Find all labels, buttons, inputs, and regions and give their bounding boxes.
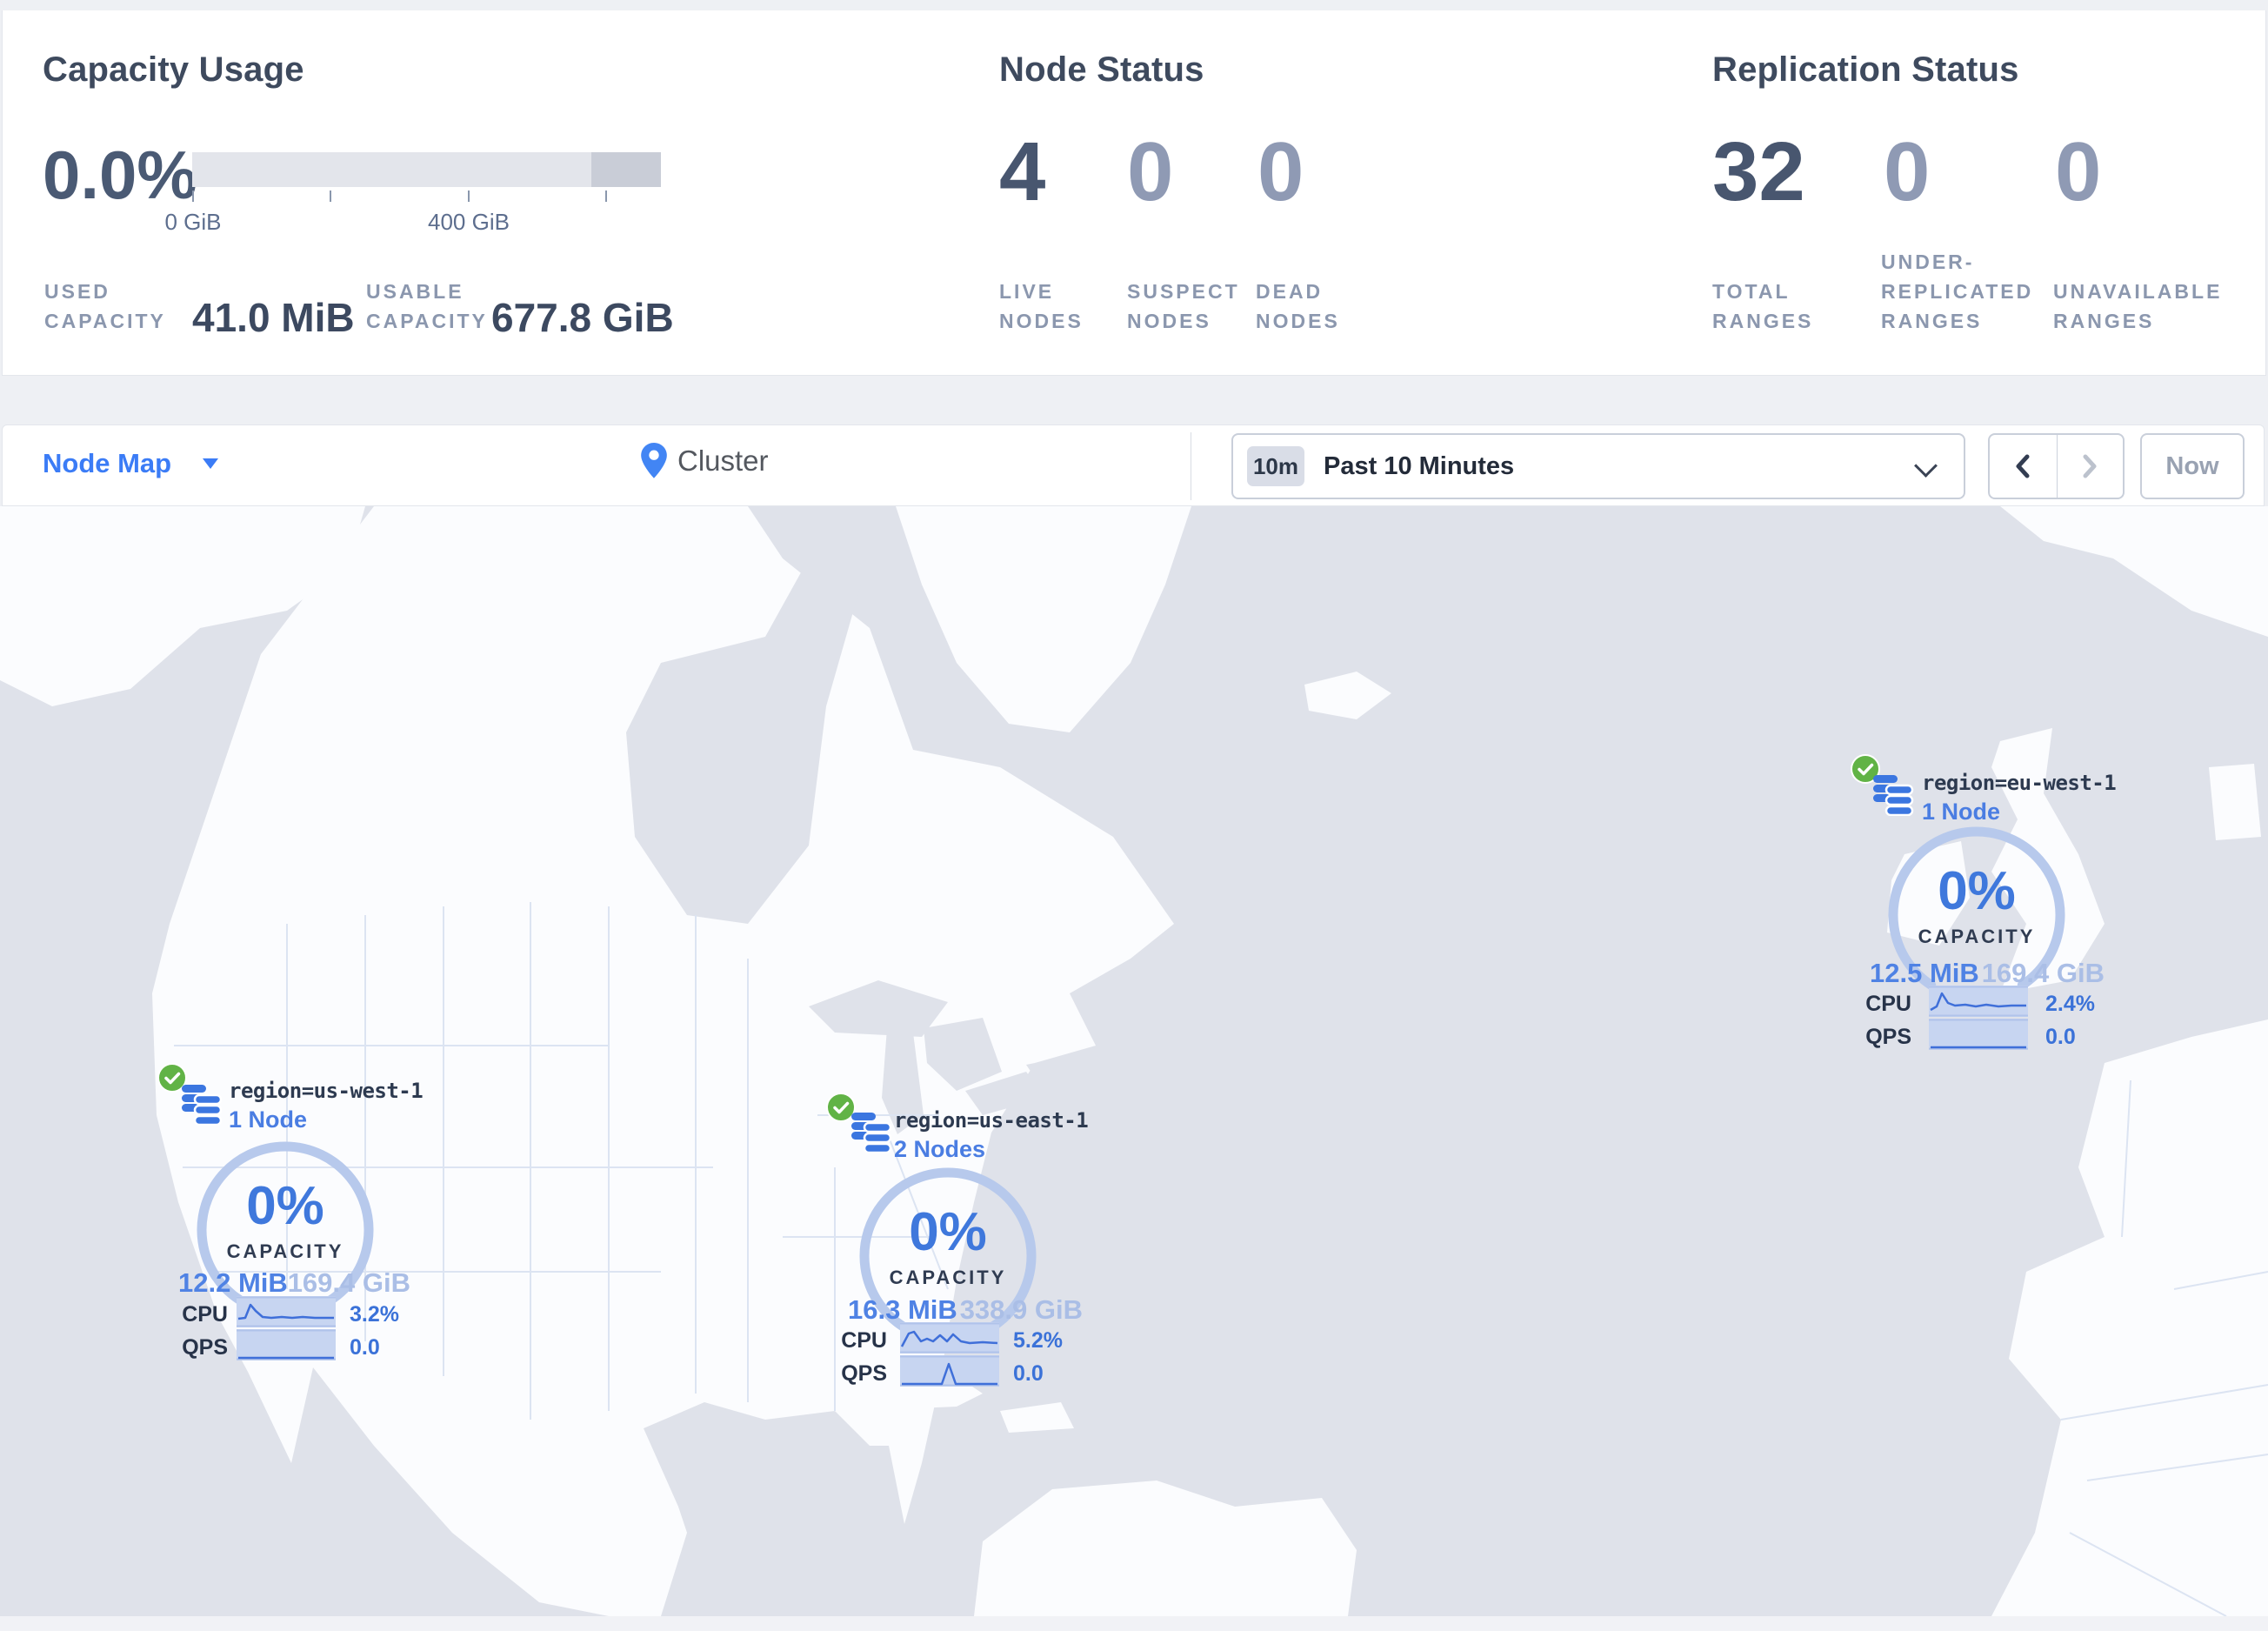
- qps-sparkline: [1929, 1019, 2028, 1050]
- axis-tick: [468, 191, 470, 202]
- unavailable-count: 0: [2055, 125, 2102, 218]
- live-nodes-label-line1: LIVE: [999, 280, 1055, 303]
- chevron-right-icon: [2083, 454, 2097, 478]
- axis-tick: [192, 191, 194, 202]
- usable-capacity-value: 677.8 GiB: [491, 295, 674, 340]
- usable-capacity-label-line2: CAPACITY: [366, 310, 488, 332]
- region-label: region=us-west-1: [229, 1079, 424, 1103]
- total-ranges-count: 32: [1712, 125, 1805, 218]
- node-count-link[interactable]: 1 Node: [229, 1106, 307, 1133]
- axis-tick: [605, 191, 607, 202]
- axis-tick: [330, 191, 331, 202]
- breadcrumb-label: Cluster: [677, 445, 769, 477]
- time-range-label: Past 10 Minutes: [1324, 452, 1515, 480]
- cpu-label: CPU: [841, 1328, 887, 1353]
- dead-nodes-count: 0: [1257, 125, 1304, 218]
- unavailable-label-line1: UNAVAILABLE: [2053, 280, 2223, 303]
- gauge-capacity-label: CAPACITY: [1918, 926, 2036, 947]
- cpu-label: CPU: [1865, 992, 1911, 1016]
- cluster-overview-page: Capacity Usage 0.0% 0 GiB 400 GiB USED C…: [0, 0, 2268, 1631]
- now-button[interactable]: Now: [2140, 433, 2245, 499]
- live-nodes-label-line2: NODES: [999, 310, 1084, 332]
- qps-value: 0.0: [350, 1335, 380, 1360]
- now-button-label: Now: [2165, 451, 2219, 480]
- under-replicated-label-line1: REPLICATED: [1881, 280, 2034, 303]
- node-map[interactable]: region=us-west-1 1 Node 0% CAPACITY 12.2…: [0, 506, 2268, 1616]
- time-range-dropdown[interactable]: 10m Past 10 Minutes: [1231, 433, 1965, 499]
- usable-capacity: 169.4 GiB: [287, 1267, 410, 1298]
- cpu-value: 3.2%: [350, 1302, 399, 1327]
- cpu-sparkline: [237, 1296, 336, 1327]
- node-count-link[interactable]: 2 Nodes: [894, 1136, 985, 1163]
- cpu-sparkline: [1929, 986, 2028, 1017]
- live-nodes-count: 4: [999, 125, 1046, 218]
- used-capacity-label-line1: USED: [44, 280, 110, 303]
- chevron-down-icon: [1914, 454, 1938, 478]
- suspect-nodes-label-line1: SUSPECT: [1127, 280, 1240, 303]
- map-toolbar: Node Map Cluster 10m Past 10 Minutes Now: [2, 424, 2265, 506]
- summary-panel: Capacity Usage 0.0% 0 GiB 400 GiB USED C…: [2, 10, 2266, 376]
- database-icon: [182, 1085, 223, 1126]
- axis-label-0: 0 GiB: [164, 209, 222, 235]
- used-capacity-label-line2: CAPACITY: [44, 310, 166, 332]
- under-replicated-label-line0: UNDER-: [1881, 251, 1975, 273]
- view-selector-label: Node Map: [43, 448, 172, 478]
- gauge-percent: 0%: [1938, 861, 2016, 921]
- gauge-capacity-label: CAPACITY: [889, 1267, 1007, 1288]
- gauge-percent: 0%: [246, 1176, 324, 1236]
- used-capacity-value: 41.0 MiB: [192, 295, 355, 340]
- under-replicated-label-line2: RANGES: [1881, 310, 1983, 332]
- node-status-title: Node Status: [999, 50, 1204, 89]
- qps-label: QPS: [841, 1361, 887, 1386]
- qps-sparkline: [237, 1329, 336, 1360]
- time-step-back-button[interactable]: [1990, 435, 2057, 498]
- cpu-value: 2.4%: [2045, 992, 2095, 1016]
- usable-capacity: 169.4 GiB: [1981, 958, 2105, 988]
- suspect-nodes-label-line2: NODES: [1127, 310, 1211, 332]
- usable-capacity: 338.9 GiB: [959, 1294, 1083, 1325]
- region-label: region=us-east-1: [894, 1108, 1089, 1133]
- chevron-left-icon: [2016, 454, 2030, 478]
- total-ranges-label-line1: TOTAL: [1712, 280, 1791, 303]
- dead-nodes-label-line1: DEAD: [1256, 280, 1324, 303]
- capacity-bar-reserved: [591, 152, 661, 187]
- breadcrumb[interactable]: Cluster: [641, 443, 769, 479]
- time-step-control: [1988, 433, 2125, 499]
- database-icon: [1873, 775, 1914, 816]
- gauge-capacity-label: CAPACITY: [226, 1240, 344, 1262]
- total-ranges-label-line2: RANGES: [1712, 310, 1814, 332]
- map-pin-icon: [641, 443, 667, 478]
- view-selector-dropdown[interactable]: Node Map: [43, 448, 219, 479]
- database-icon: [851, 1113, 892, 1153]
- qps-value: 0.0: [1013, 1361, 1044, 1386]
- gauge-percent: 0%: [909, 1202, 987, 1262]
- cpu-sparkline: [900, 1322, 999, 1354]
- usable-capacity-label-line1: USABLE: [366, 280, 464, 303]
- cpu-value: 5.2%: [1013, 1328, 1063, 1353]
- qps-value: 0.0: [2045, 1025, 2076, 1049]
- region-label: region=eu-west-1: [1922, 771, 2117, 795]
- cpu-label: CPU: [182, 1302, 228, 1327]
- dead-nodes-label-line2: NODES: [1256, 310, 1340, 332]
- suspect-nodes-count: 0: [1127, 125, 1174, 218]
- world-map-graphic: [0, 506, 2268, 1616]
- qps-label: QPS: [1865, 1025, 1911, 1049]
- qps-label: QPS: [182, 1335, 228, 1360]
- capacity-bar: [192, 152, 661, 187]
- time-range-badge: 10m: [1247, 446, 1304, 486]
- under-replicated-count: 0: [1884, 125, 1931, 218]
- capacity-usage-title: Capacity Usage: [43, 50, 304, 89]
- page-bottom-gutter: [0, 1616, 2268, 1631]
- time-step-forward-button[interactable]: [2057, 435, 2124, 498]
- replication-status-title: Replication Status: [1712, 50, 2019, 89]
- axis-label-400: 400 GiB: [428, 209, 510, 235]
- capacity-percent: 0.0%: [43, 137, 197, 213]
- unavailable-label-line2: RANGES: [2053, 310, 2155, 332]
- caret-down-icon: [203, 458, 219, 469]
- qps-sparkline: [900, 1355, 999, 1387]
